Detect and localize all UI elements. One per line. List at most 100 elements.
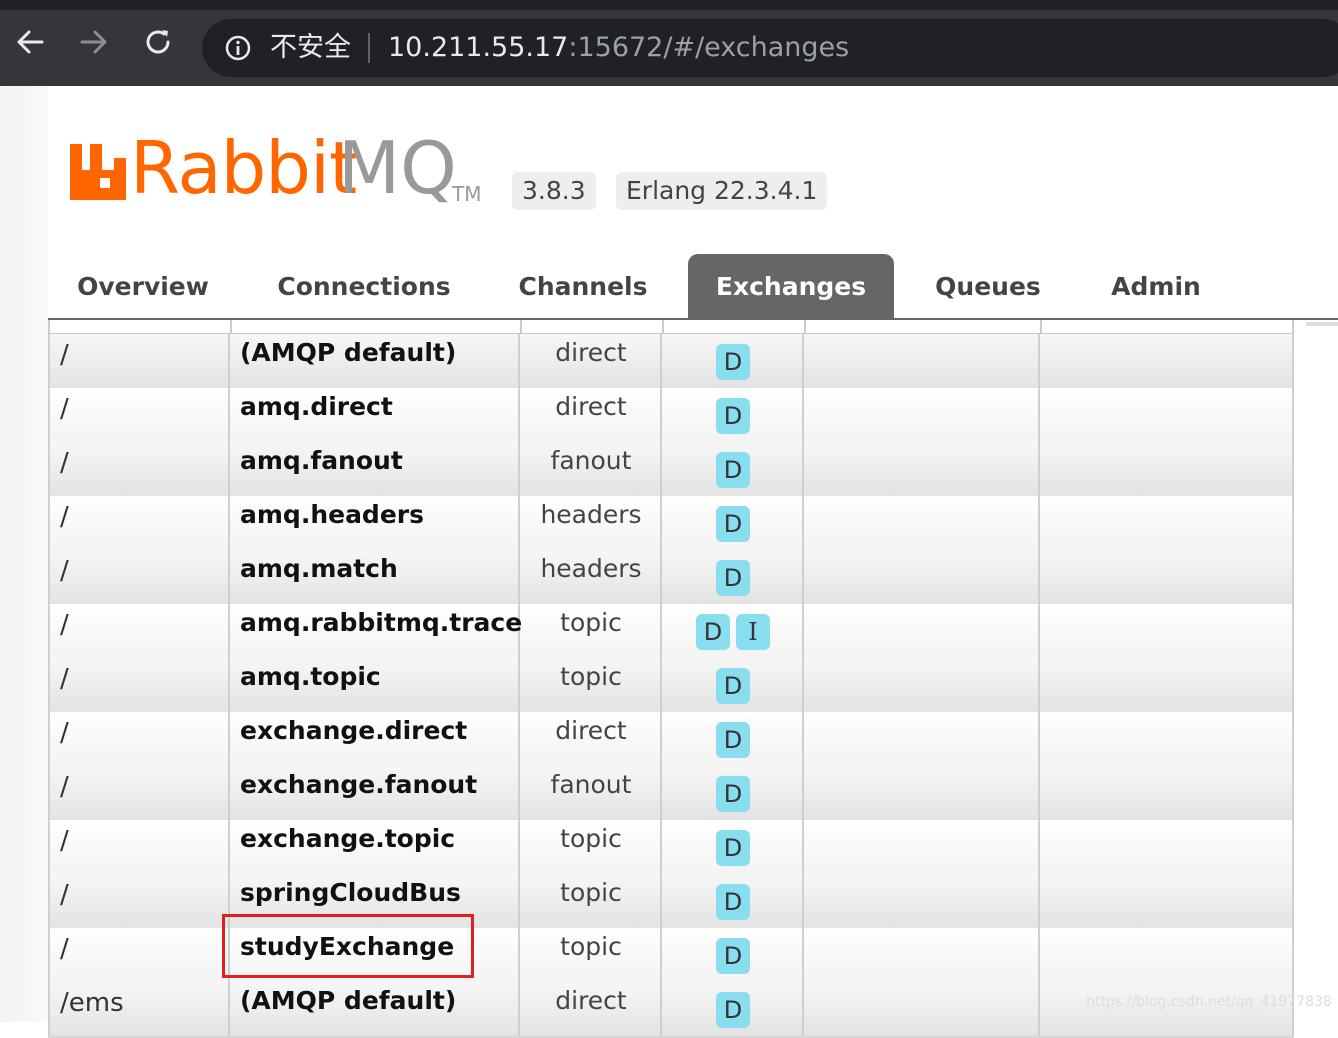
exchange-type-text: topic (560, 878, 622, 907)
forward-button[interactable] (74, 22, 114, 62)
durable-badge: D (696, 614, 730, 650)
exchange-name-cell: exchange.fanout (230, 766, 520, 820)
exchange-name-link[interactable]: exchange.direct (240, 716, 467, 745)
message-rate-out-cell (1040, 334, 1294, 388)
features-cell: D (662, 874, 804, 928)
durable-badge: D (716, 344, 750, 380)
features-list: D (662, 452, 804, 488)
vhost-cell: / (48, 388, 230, 442)
features-cell: D (662, 928, 804, 982)
internal-badge: I (736, 614, 770, 650)
exchange-name-link[interactable]: exchange.fanout (240, 770, 477, 799)
vhost-text: / (60, 664, 69, 694)
tab-connections[interactable]: Connections (264, 254, 464, 318)
info-icon[interactable] (224, 34, 252, 62)
table-row: / amq.fanout fanout D (48, 442, 1294, 498)
reload-icon (146, 30, 170, 54)
header-divider (520, 320, 522, 333)
tab-channels[interactable]: Channels (500, 254, 666, 318)
vhost-cell: / (48, 928, 230, 982)
vhost-cell: / (48, 442, 230, 496)
exchange-name-link[interactable]: (AMQP default) (240, 338, 456, 367)
main-nav-tabs: Overview Connections Channels Exchanges … (48, 254, 1338, 320)
url-path: :15672/#/exchanges (568, 32, 850, 63)
vhost-text: / (60, 556, 69, 586)
features-cell: D (662, 658, 804, 712)
message-rate-in-cell (804, 820, 1040, 874)
durable-badge: D (716, 776, 750, 812)
vhost-text: / (60, 340, 69, 370)
vhost-cell: / (48, 604, 230, 658)
features-list: D (662, 560, 804, 596)
message-rate-in-cell (804, 928, 1040, 982)
durable-badge: D (716, 830, 750, 866)
address-bar[interactable]: 不安全 10.211.55.17:15672/#/exchanges (202, 19, 1338, 77)
vhost-cell: /ems (48, 982, 230, 1036)
message-rate-out-cell (1040, 442, 1294, 496)
scroll-edge (1306, 322, 1338, 326)
table-row: / (AMQP default) direct D (48, 334, 1294, 390)
header-divider (1292, 320, 1294, 333)
exchange-type-cell: fanout (520, 442, 662, 496)
exchange-type-text: direct (555, 338, 627, 367)
exchange-name-link[interactable]: springCloudBus (240, 878, 461, 907)
tab-overview[interactable]: Overview (48, 254, 238, 318)
exchange-name-link[interactable]: exchange.topic (240, 824, 455, 853)
features-cell: D (662, 712, 804, 766)
exchange-type-text: headers (540, 554, 642, 583)
features-list: D (662, 884, 804, 920)
header-divider (230, 320, 232, 333)
exchange-name-cell: amq.direct (230, 388, 520, 442)
features-cell: D (662, 982, 804, 1036)
message-rate-out-cell (1040, 874, 1294, 928)
exchange-name-link[interactable]: amq.topic (240, 662, 381, 691)
vhost-text: / (60, 394, 69, 424)
message-rate-out-cell (1040, 712, 1294, 766)
address-separator (368, 33, 370, 63)
features-cell: DI (662, 604, 804, 658)
exchange-name-cell: amq.headers (230, 496, 520, 550)
durable-badge: D (716, 884, 750, 920)
tab-queues[interactable]: Queues (918, 254, 1058, 318)
forward-arrow-icon (80, 30, 107, 54)
features-list: D (662, 722, 804, 758)
vhost-text: / (60, 772, 69, 802)
reload-button[interactable] (138, 22, 178, 62)
message-rate-in-cell (804, 604, 1040, 658)
tab-strip (0, 0, 1338, 10)
header-divider (48, 320, 50, 333)
exchange-type-cell: topic (520, 604, 662, 658)
exchange-name-link[interactable]: (AMQP default) (240, 986, 456, 1015)
message-rate-out-cell (1040, 496, 1294, 550)
back-button[interactable] (10, 22, 50, 62)
exchange-name-link[interactable]: amq.fanout (240, 446, 403, 475)
version-badge: 3.8.3 (512, 172, 596, 210)
features-cell: D (662, 550, 804, 604)
exchange-type-cell: fanout (520, 766, 662, 820)
message-rate-out-cell (1040, 658, 1294, 712)
logo-trademark: TM (452, 182, 482, 206)
exchange-type-text: topic (560, 932, 622, 961)
exchange-type-text: topic (560, 824, 622, 853)
tab-admin[interactable]: Admin (1088, 254, 1224, 318)
tab-exchanges[interactable]: Exchanges (688, 254, 894, 318)
table-row: / amq.direct direct D (48, 388, 1294, 444)
durable-badge: D (716, 560, 750, 596)
table-header (48, 320, 1294, 334)
message-rate-in-cell (804, 388, 1040, 442)
url-text[interactable]: 10.211.55.17:15672/#/exchanges (388, 29, 849, 67)
exchange-name-cell: (AMQP default) (230, 334, 520, 388)
exchange-type-text: headers (540, 500, 642, 529)
exchange-type-text: direct (555, 986, 627, 1015)
vhost-text: / (60, 880, 69, 910)
security-label: 不安全 (270, 32, 351, 63)
vhost-cell: / (48, 766, 230, 820)
exchange-name-link[interactable]: amq.headers (240, 500, 424, 529)
durable-badge: D (716, 722, 750, 758)
features-list: D (662, 668, 804, 704)
exchange-name-link[interactable]: amq.rabbitmq.trace (240, 608, 522, 637)
exchange-name-link[interactable]: amq.match (240, 554, 398, 583)
durable-badge: D (716, 668, 750, 704)
exchange-name-link[interactable]: amq.direct (240, 392, 393, 421)
url-host: 10.211.55.17 (388, 32, 569, 63)
